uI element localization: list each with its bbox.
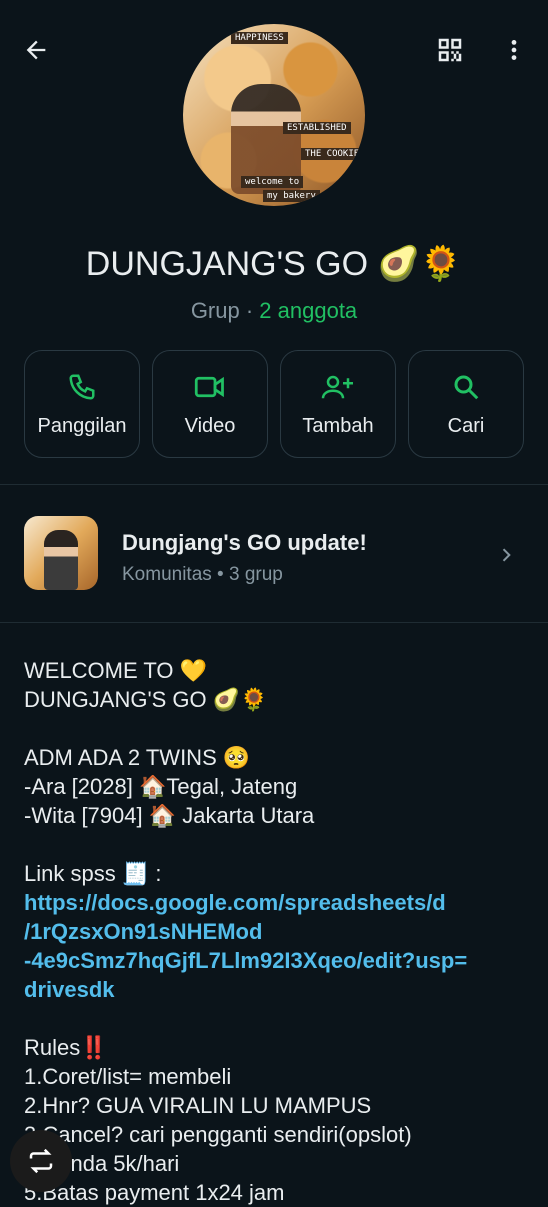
- add-member-label: Tambah: [302, 415, 374, 437]
- section-divider: [0, 484, 548, 485]
- repeat-icon: [29, 1148, 53, 1174]
- action-buttons-row: Panggilan Video Tambah Cari: [24, 350, 524, 458]
- rule-item: 1.Coret/list= membeli: [24, 1064, 232, 1089]
- add-person-icon: [321, 375, 353, 399]
- avatar-sticker: welcome to: [241, 176, 304, 188]
- link-line: https://docs.google.com/spreadsheets/d: [24, 890, 446, 915]
- call-label: Panggilan: [37, 415, 127, 437]
- rule-item: 3.Cancel? cari pengganti sendiri(opslot): [24, 1122, 412, 1147]
- search-button[interactable]: Cari: [408, 350, 524, 458]
- spreadsheet-link[interactable]: https://docs.google.com/spreadsheets/d /…: [24, 888, 524, 1004]
- avatar-sticker: ESTABLISHED: [283, 122, 351, 134]
- group-subtitle: Grup · 2 anggota: [0, 298, 548, 324]
- rule-item: 2.Hnr? GUA VIRALIN LU MAMPUS: [24, 1093, 372, 1118]
- community-subtitle: Komunitas • 3 grup: [122, 564, 283, 585]
- member-count-link[interactable]: 2 anggota: [259, 298, 357, 323]
- group-type-label: Grup: [190, 298, 240, 323]
- rule-item: 5.Batas payment 1x24 jam: [24, 1180, 285, 1205]
- avatar-sticker: my bakery: [263, 190, 320, 202]
- back-button[interactable]: [14, 28, 58, 72]
- section-divider: [0, 622, 548, 623]
- description-line: DUNGJANG'S GO 🥑🌻: [24, 687, 268, 712]
- phone-icon: [69, 374, 95, 400]
- avatar-sticker: THE COOKIE: [301, 148, 364, 160]
- group-description: WELCOME TO 💛 DUNGJANG'S GO 🥑🌻 ADM ADA 2 …: [24, 656, 524, 1207]
- link-line: -4e9cSmz7hqGjfL7Llm92I3Xqeo/edit?usp=: [24, 948, 468, 973]
- video-label: Video: [184, 415, 236, 437]
- avatar-sticker: HAPPINESS: [231, 32, 288, 44]
- qr-code-icon: [438, 38, 462, 62]
- description-line: [24, 1004, 524, 1033]
- rule-item: 4.Denda 5k/hari: [24, 1151, 180, 1176]
- description-line: -Ara [2028] 🏠Tegal, Jateng: [24, 774, 298, 799]
- link-line: drivesdk: [24, 977, 115, 1002]
- description-line: ADM ADA 2 TWINS 🥺: [24, 745, 251, 770]
- qr-code-button[interactable]: [428, 28, 472, 72]
- search-label: Cari: [447, 415, 485, 437]
- more-options-button[interactable]: [494, 28, 534, 72]
- more-vertical-icon: [511, 40, 517, 60]
- community-row[interactable]: Dungjang's GO update! Komunitas • 3 grup: [24, 516, 524, 594]
- arrow-left-icon: [26, 40, 46, 60]
- description-line: [24, 714, 524, 743]
- community-avatar: [24, 516, 98, 590]
- call-button[interactable]: Panggilan: [24, 350, 140, 458]
- search-icon: [454, 375, 479, 400]
- link-line: /1rQzsxOn91sNHEMod: [24, 919, 263, 944]
- video-call-button[interactable]: Video: [152, 350, 268, 458]
- video-icon: [194, 376, 224, 398]
- chevron-right-icon: [496, 544, 516, 571]
- floating-action-button[interactable]: [10, 1130, 72, 1192]
- description-line: -Wita [7904] 🏠 Jakarta Utara: [24, 803, 315, 828]
- add-member-button[interactable]: Tambah: [280, 350, 396, 458]
- group-avatar[interactable]: HAPPINESS ESTABLISHED welcome to my bake…: [183, 24, 365, 206]
- description-line: Link spss 🧾 :: [24, 861, 162, 886]
- description-line: WELCOME TO 💛: [24, 658, 208, 683]
- group-title[interactable]: DUNGJANG'S GO 🥑🌻: [0, 244, 548, 284]
- community-title: Dungjang's GO update!: [122, 530, 367, 555]
- subtitle-separator: ·: [239, 298, 260, 323]
- rules-heading: Rules‼️: [24, 1035, 108, 1060]
- description-line: [24, 830, 524, 859]
